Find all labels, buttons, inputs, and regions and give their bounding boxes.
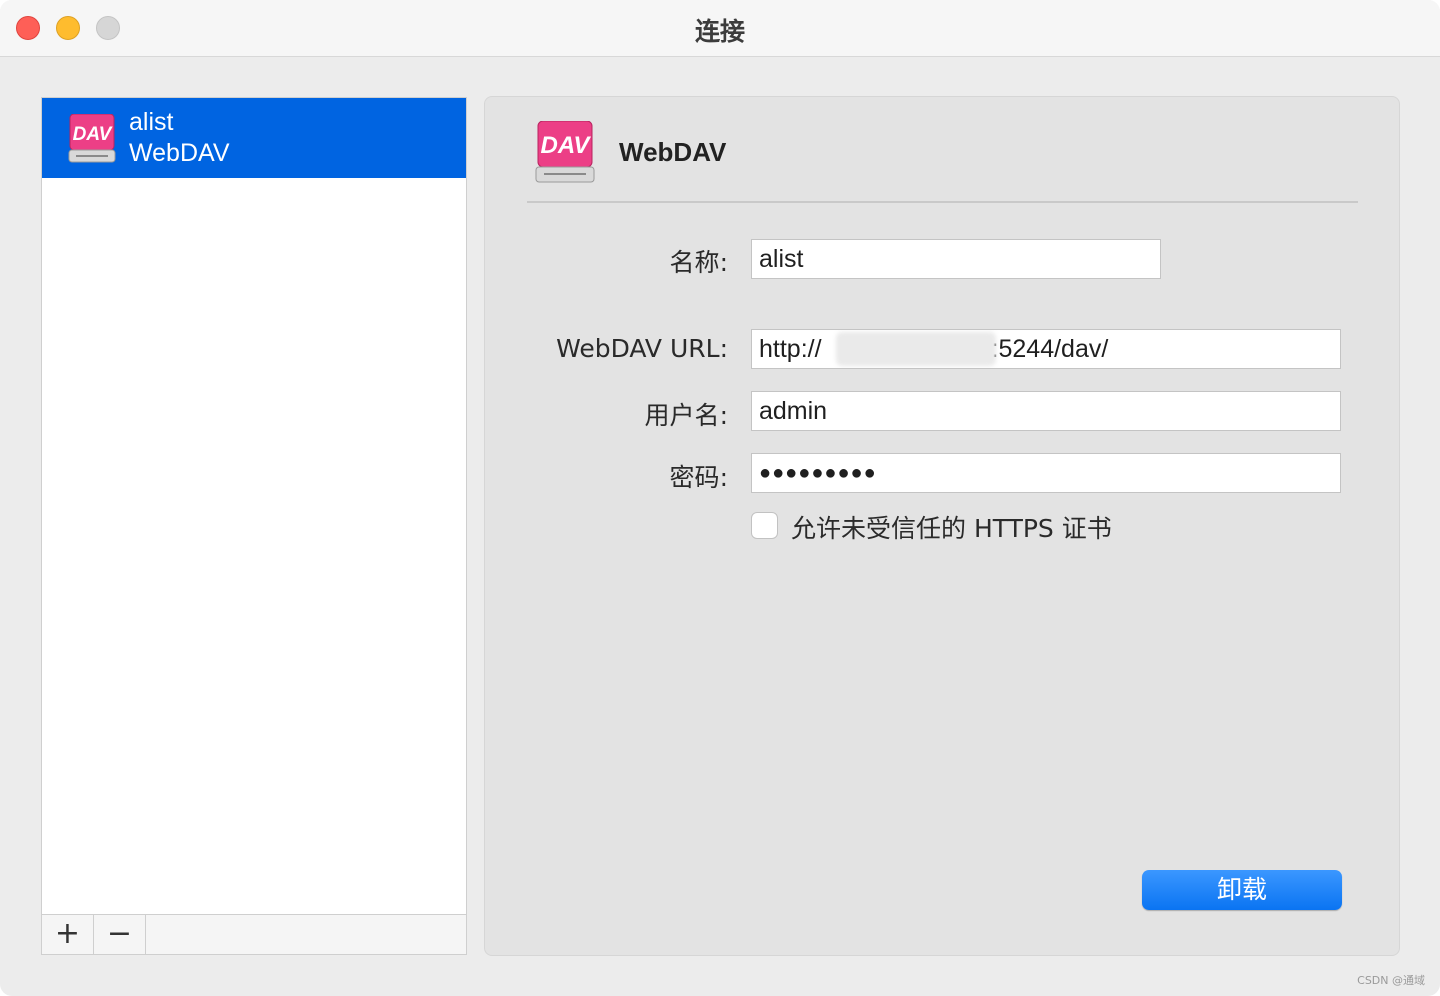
url-label: WebDAV URL: xyxy=(556,334,728,363)
label-colon: : xyxy=(719,334,728,363)
webdav-drive-icon: DAV xyxy=(68,113,116,168)
allow-untrusted-https-checkbox[interactable] xyxy=(751,512,778,539)
watermark: CSDN @通域 xyxy=(1357,974,1425,987)
connection-list: DAV alist WebDAV + − xyxy=(41,97,467,955)
url-suffix: :5244/dav/ xyxy=(991,335,1109,363)
connect-window: 连接 DAV alist WebDAV + − DAV WebDAV 名称: a… xyxy=(0,0,1440,996)
password-label-text: 密码 xyxy=(669,463,720,492)
svg-text:DAV: DAV xyxy=(541,132,592,159)
protocol-title: WebDAV xyxy=(619,137,727,167)
label-colon: : xyxy=(719,463,728,492)
connection-item-alist[interactable]: DAV alist WebDAV xyxy=(42,98,466,178)
redaction-blur xyxy=(836,332,996,366)
password-field[interactable]: ●●●●●●●●● xyxy=(751,453,1341,493)
header-divider xyxy=(527,201,1358,203)
connection-detail-panel: DAV WebDAV 名称: alist WebDAV URL: http://… xyxy=(484,96,1400,956)
name-field[interactable]: alist xyxy=(751,239,1161,279)
remove-connection-button[interactable]: − xyxy=(94,915,146,954)
connection-item-type: WebDAV xyxy=(129,139,230,167)
list-toolbar: + − xyxy=(42,914,466,954)
webdav-drive-icon: DAV xyxy=(535,120,595,189)
connection-item-name: alist xyxy=(129,108,174,136)
add-connection-button[interactable]: + xyxy=(42,915,94,954)
webdav-url-field[interactable]: http:// :5244/dav/ xyxy=(751,329,1341,369)
allow-untrusted-https-label[interactable]: 允许未受信任的 HTTPS 证书 xyxy=(791,509,1112,545)
unmount-button[interactable]: 卸载 xyxy=(1142,870,1342,910)
username-label: 用户名: xyxy=(645,396,728,432)
username-label-text: 用户名 xyxy=(644,401,720,430)
name-label-text: 名称 xyxy=(669,248,720,277)
username-field[interactable]: admin xyxy=(751,391,1341,431)
title-bar: 连接 xyxy=(0,0,1440,57)
label-colon: : xyxy=(719,248,728,277)
label-colon: : xyxy=(719,401,728,430)
svg-text:DAV: DAV xyxy=(73,124,113,145)
name-label: 名称: xyxy=(670,243,728,279)
url-label-text: WebDAV URL xyxy=(556,334,720,363)
password-label: 密码: xyxy=(670,458,728,494)
window-title: 连接 xyxy=(694,17,745,46)
url-prefix: http:// xyxy=(759,335,822,363)
